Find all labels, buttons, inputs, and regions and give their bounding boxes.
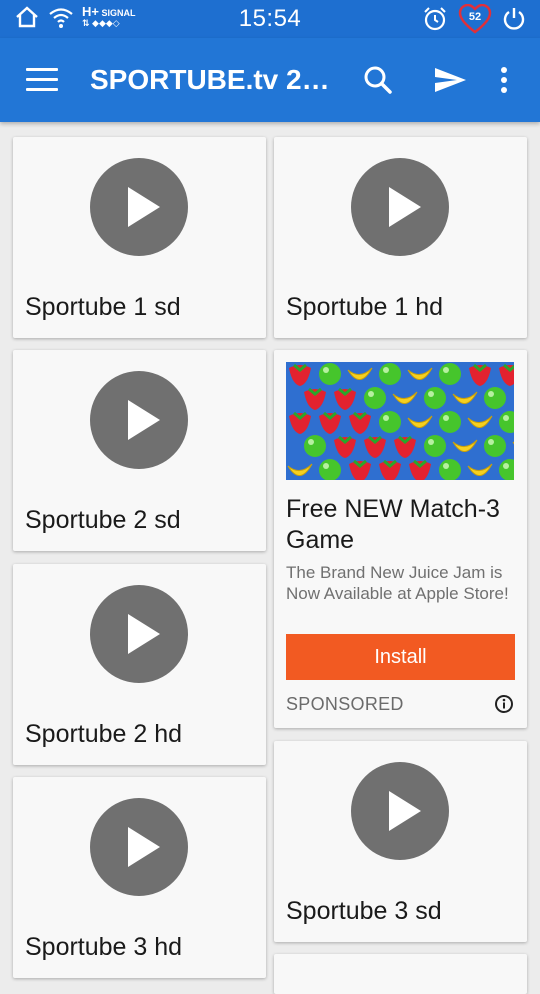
- fruit-tile: [347, 367, 373, 380]
- fruit-tile: [334, 435, 356, 458]
- fruit-tile: [349, 411, 371, 434]
- fruit-tile: [439, 459, 461, 480]
- channel-label: Sportube 2 sd: [25, 506, 181, 534]
- sponsored-ad-card[interactable]: Free NEW Match-3 Game The Brand New Juic…: [274, 350, 527, 728]
- search-icon[interactable]: [360, 62, 396, 98]
- channel-card-partial[interactable]: [274, 954, 527, 994]
- fruit-tile: [452, 391, 478, 404]
- sponsored-label: SPONSORED: [286, 694, 404, 714]
- play-icon[interactable]: [90, 371, 188, 469]
- info-icon[interactable]: [494, 694, 514, 714]
- ad-title: Free NEW Match-3 Game: [286, 495, 500, 554]
- fruit-tile: [364, 435, 386, 458]
- status-bar: H+ SIGNAL ⇅ ◆◆◆◇ 15:54 52: [0, 0, 540, 38]
- status-bar-right: 52: [422, 4, 526, 34]
- fruit-tile: [319, 411, 341, 434]
- channel-card-sportube-2-hd[interactable]: Sportube 2 hd: [13, 564, 266, 765]
- channel-label: Sportube 3 hd: [25, 933, 183, 961]
- fruit-tile: [499, 411, 514, 433]
- fruit-tile: [467, 463, 493, 476]
- fruit-tile: [439, 411, 461, 433]
- fruit-tile: [484, 435, 506, 457]
- fruit-tile: [439, 363, 461, 385]
- channel-card-sportube-3-hd[interactable]: Sportube 3 hd: [13, 777, 266, 978]
- fruit-tile: [424, 387, 446, 409]
- fruit-tile: [379, 459, 401, 480]
- play-icon[interactable]: [90, 585, 188, 683]
- fruit-tile: [467, 415, 493, 428]
- fruit-tile: [364, 387, 386, 409]
- play-icon[interactable]: [351, 158, 449, 256]
- fruit-tile: [484, 387, 506, 409]
- play-icon[interactable]: [351, 762, 449, 860]
- fruit-pattern-image: [287, 363, 514, 480]
- more-vert-icon[interactable]: [486, 62, 522, 98]
- fruit-tile: [512, 441, 514, 445]
- fruit-tile: [452, 439, 478, 452]
- fruit-tile: [469, 363, 491, 386]
- fruit-tile: [407, 367, 433, 380]
- play-icon[interactable]: [90, 158, 188, 256]
- fruit-tile: [499, 363, 514, 386]
- battery-level: 52: [468, 11, 482, 23]
- fruit-tile: [409, 459, 431, 480]
- ad-image[interactable]: [286, 362, 514, 480]
- alarm-icon: [424, 7, 446, 31]
- fruit-tile: [304, 387, 326, 410]
- fruit-tile: [392, 391, 418, 404]
- channel-card-sportube-1-hd[interactable]: Sportube 1 hd: [274, 137, 527, 338]
- install-button[interactable]: Install: [286, 634, 515, 680]
- fruit-tile: [407, 415, 433, 428]
- channel-label: Sportube 2 hd: [25, 720, 183, 748]
- fruit-tile: [289, 411, 311, 434]
- battery-heart-indicator: 52: [458, 4, 492, 34]
- fruit-tile: [394, 435, 416, 458]
- fruit-tile: [319, 459, 341, 480]
- power-icon: [503, 8, 525, 30]
- ad-description: The Brand New Juice Jam is Now Available…: [286, 563, 509, 603]
- fruit-tile: [424, 435, 446, 457]
- fruit-tile: [304, 435, 326, 457]
- app-bar: SPORTUBE.tv 20...: [0, 38, 540, 122]
- channel-card-sportube-3-sd[interactable]: Sportube 3 sd: [274, 741, 527, 942]
- channel-label: Sportube 3 sd: [286, 897, 442, 925]
- play-icon[interactable]: [90, 798, 188, 896]
- channel-label: Sportube 1 hd: [286, 293, 444, 321]
- fruit-tile: [379, 363, 401, 385]
- channel-card-sportube-2-sd[interactable]: Sportube 2 sd: [13, 350, 266, 551]
- send-icon[interactable]: [432, 62, 468, 98]
- fruit-tile: [379, 411, 401, 433]
- fruit-tile: [287, 463, 313, 476]
- fruit-tile: [499, 459, 514, 480]
- menu-icon[interactable]: [26, 68, 58, 92]
- fruit-tile: [289, 363, 311, 386]
- channel-card-sportube-1-sd[interactable]: Sportube 1 sd: [13, 137, 266, 338]
- fruit-tile: [319, 363, 341, 385]
- app-title: SPORTUBE.tv 20...: [90, 64, 340, 95]
- channel-label: Sportube 1 sd: [25, 293, 181, 321]
- fruit-tile: [349, 459, 371, 480]
- fruit-tile: [334, 387, 356, 410]
